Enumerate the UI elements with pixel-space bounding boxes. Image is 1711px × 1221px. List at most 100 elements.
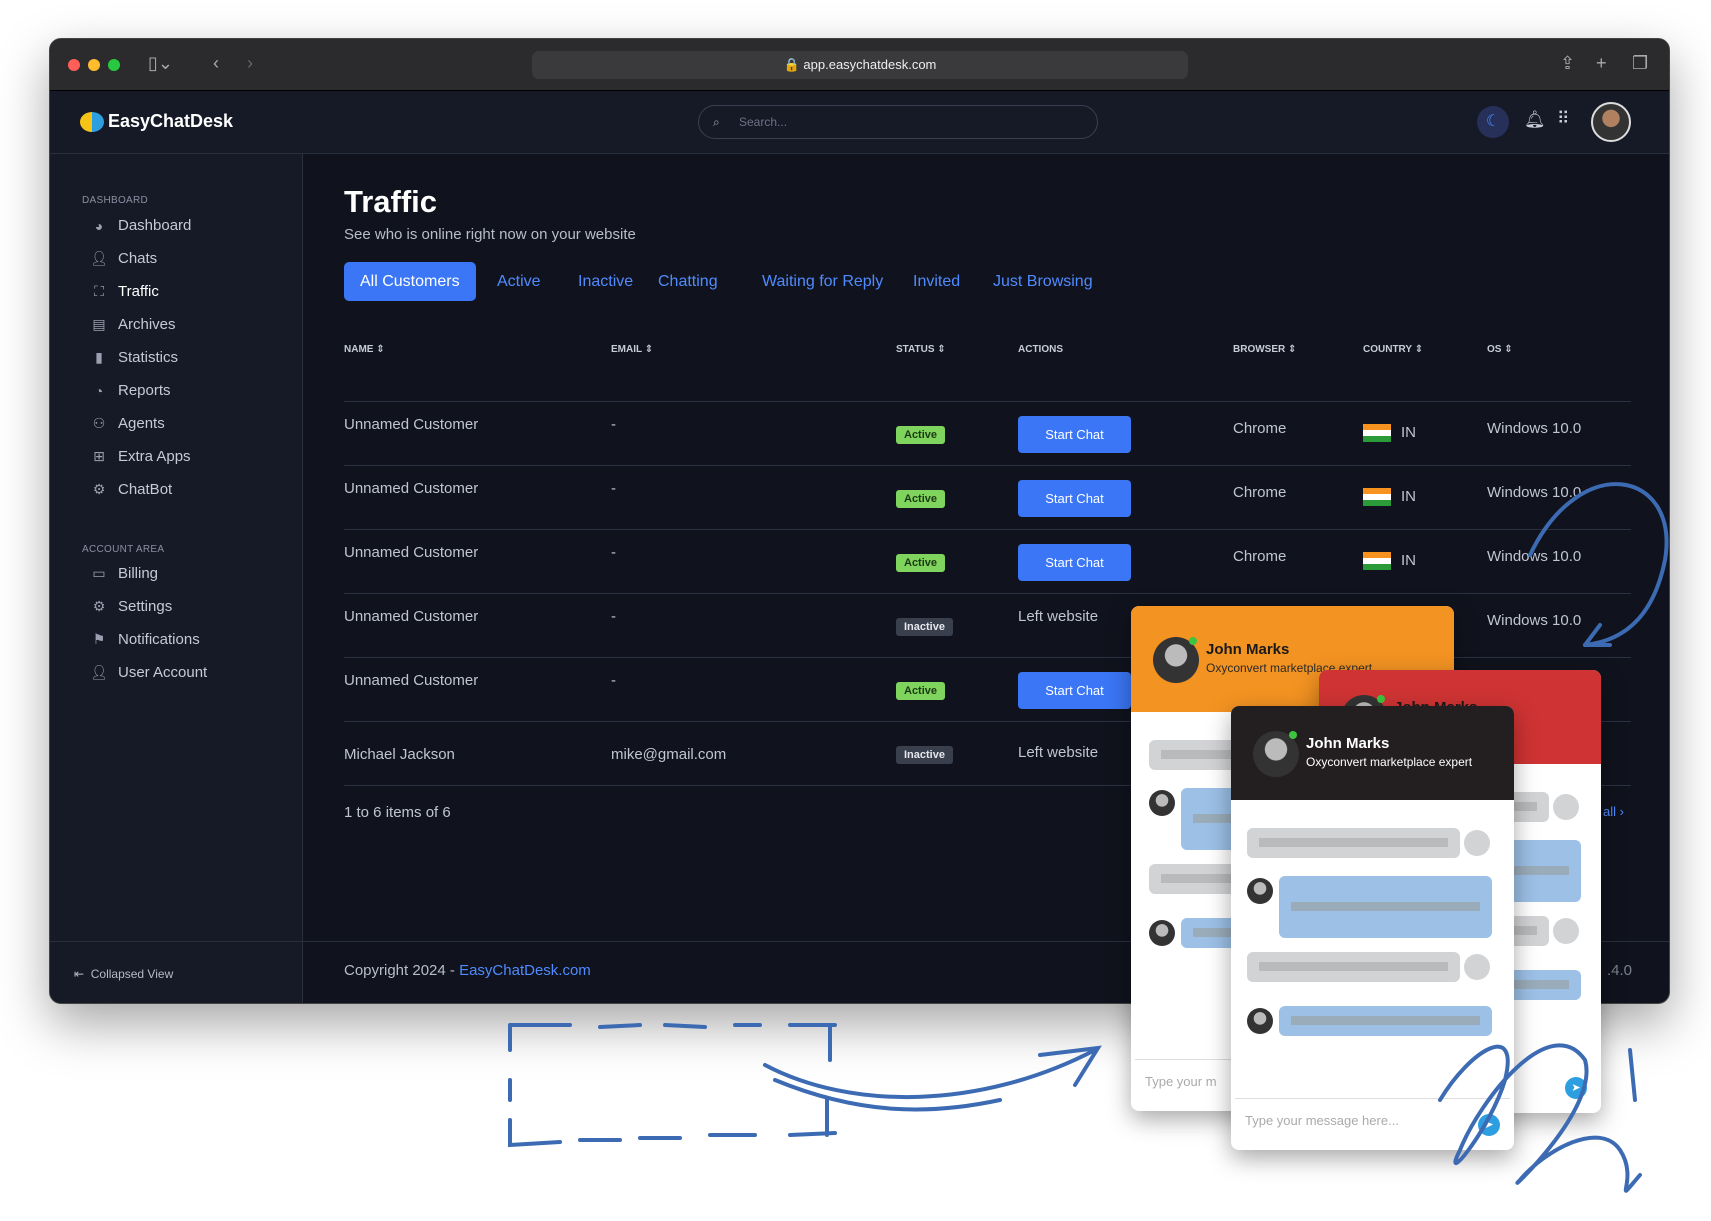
minimize-window-button[interactable] [88,59,100,71]
message-bubble-placeholder [1279,876,1492,938]
header-label: BROWSER [1233,344,1286,355]
close-window-button[interactable] [68,59,80,71]
customer-email: - [611,608,616,625]
column-header-actions: ACTIONS [1018,344,1063,355]
dashed-box [508,1023,837,1148]
users-icon: ⚇ [92,415,106,431]
message-input[interactable]: Type your message here... [1235,1098,1510,1142]
robot-icon: ⚙ [92,481,106,497]
customer-email: mike@gmail.com [611,746,727,763]
forward-icon[interactable]: › [247,53,253,74]
table-row: Unnamed Customer - Active Start Chat Chrome I… [303,466,1669,530]
send-icon[interactable]: ➤ [1565,1077,1587,1099]
browser-name: Chrome [1233,420,1287,437]
sidebar-item-label: Statistics [118,349,179,366]
tab-chatting[interactable]: Chatting [642,262,734,301]
tab-all-customers[interactable]: All Customers [344,262,476,301]
back-icon[interactable]: ‹ [213,53,219,74]
left-website-text: Left website [1018,608,1099,625]
copyright: Copyright 2024 - EasyChatDesk.com [344,962,591,979]
send-icon[interactable]: ➤ [1478,1114,1500,1136]
logo[interactable]: EasyChatDesk [80,111,233,132]
tab-waiting-for-reply[interactable]: Waiting for Reply [746,262,899,301]
header-label: COUNTRY [1363,344,1412,355]
dark-mode-toggle[interactable]: ☾ [1477,106,1509,138]
bell-icon[interactable]: 🔔︎ [1524,110,1546,130]
sidebar-item-archives[interactable]: ▤ Archives [90,316,175,333]
sidebar-item-reports[interactable]: ◔ Reports [90,382,171,399]
collapse-label: Collapsed View [90,967,174,981]
agent-name: John Marks [1306,735,1390,752]
tab-invited[interactable]: Invited [897,262,976,301]
table-row: Unnamed Customer-InactiveLeft websiteChr… [303,594,1669,658]
tab-just-browsing[interactable]: Just Browsing [977,262,1109,301]
status-badge: Inactive [896,746,953,764]
traffic-icon: ⛶ [94,283,104,299]
version: .4.0 [1607,962,1633,979]
sidebar-item-billing[interactable]: ▭ Billing [90,565,158,582]
agent-mini-avatar [1247,1008,1273,1034]
message-placeholder: Type your m [1145,1074,1217,1089]
column-header-name[interactable]: NAME ⇕ [344,344,385,355]
divider [50,941,302,942]
search-placeholder: Search... [739,115,788,129]
left-website-text: Left website [1018,744,1099,761]
section-label: DASHBOARD [82,195,149,206]
sidebar-item-agents[interactable]: ⚇ Agents [90,415,165,432]
maximize-window-button[interactable] [108,59,120,71]
sidebar-item-notifications[interactable]: ⚑ Notifications [90,631,200,648]
os-name: Windows 10.0 [1487,548,1582,565]
start-chat-button[interactable]: Start Chat [1018,416,1131,453]
start-chat-button[interactable]: Start Chat [1018,672,1131,709]
card-icon: ▭ [92,565,106,581]
view-all-link[interactable]: all › [1603,804,1624,819]
column-header-browser[interactable]: BROWSER ⇕ [1233,344,1296,355]
start-chat-button[interactable]: Start Chat [1018,544,1131,581]
tab-inactive[interactable]: Inactive [562,262,649,301]
share-icon[interactable]: ⇪ [1560,53,1575,74]
sidebar-item-user-account[interactable]: 👤︎ User Account [90,664,207,681]
avatar[interactable] [1591,102,1631,142]
browser-toolbar: ▯⌄ ‹ › 🔒 app.easychatdesk.com ⇪ + ❐ [50,39,1669,91]
footer-link[interactable]: EasyChatDesk.com [459,962,591,979]
sidebar-item-label: Reports [118,382,171,399]
tab-active[interactable]: Active [481,262,557,301]
new-tab-icon[interactable]: + [1596,53,1607,74]
column-header-country[interactable]: COUNTRY ⇕ [1363,344,1423,355]
status-badge: Active [896,426,946,444]
gear-icon: ⚙ [92,598,106,614]
sidebar-item-chatbot[interactable]: ⚙ ChatBot [90,481,172,498]
page-subtitle: See who is online right now on your webs… [344,226,636,243]
column-header-status[interactable]: STATUS ⇕ [896,344,946,355]
os-name: Windows 10.0 [1487,420,1582,437]
sidebar-item-extra-apps[interactable]: ⊞ Extra Apps [90,448,190,465]
start-chat-button[interactable]: Start Chat [1018,480,1131,517]
app-header: EasyChatDesk ⌕ Search... ☾ 🔔︎ ⠿ [50,91,1669,154]
message-bubble-placeholder [1247,828,1460,858]
column-header-email[interactable]: EMAIL ⇕ [611,344,653,355]
sidebar-item-dashboard[interactable]: ◕ Dashboard [90,217,192,234]
collapse-button[interactable]: ⇤ Collapsed View [74,967,173,981]
sidebar-item-statistics[interactable]: ▮ Statistics [90,349,178,366]
tabs-overview-icon[interactable]: ❐ [1632,53,1648,74]
palette-icon: ◕ [94,217,104,234]
visitor-avatar-placeholder [1464,954,1490,980]
sidebar-toggle-icon[interactable]: ▯⌄ [148,53,173,74]
header-label: ACTIONS [1018,344,1063,355]
country: IN [1363,552,1416,571]
column-header-os[interactable]: OS ⇕ [1487,344,1513,355]
search-input[interactable]: ⌕ Search... [698,105,1098,139]
os-name: Windows 10.0 [1487,484,1582,501]
sidebar-item-chats[interactable]: 👤︎ Chats [90,250,157,267]
sidebar-item-traffic[interactable]: ⛶ Traffic [90,283,159,300]
apps-grid-icon[interactable]: ⠿ [1557,109,1569,129]
sidebar-item-settings[interactable]: ⚙ Settings [90,598,172,615]
flag-in-icon [1363,488,1391,507]
customer-name: Michael Jackson [344,746,455,763]
customer-name: Unnamed Customer [344,544,479,561]
swoosh-arrow [763,1045,1102,1112]
address-bar[interactable]: 🔒 app.easychatdesk.com [532,51,1188,79]
customer-name: Unnamed Customer [344,480,479,497]
user-lock-icon: 👤︎ [90,664,108,680]
sidebar-item-label: Agents [118,415,165,432]
